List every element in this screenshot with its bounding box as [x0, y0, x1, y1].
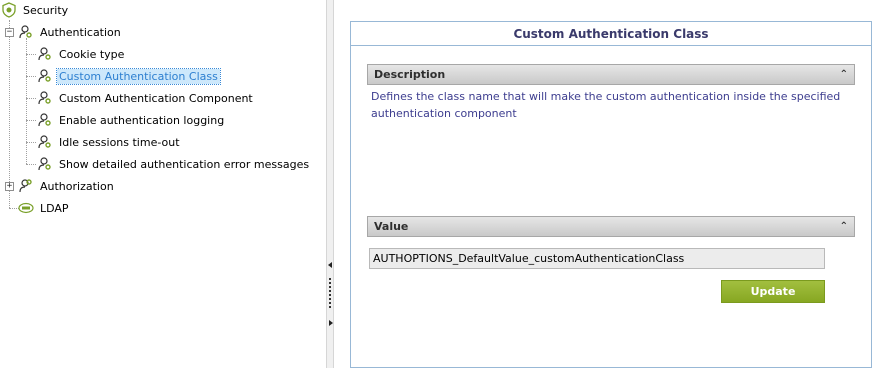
navigation-tree: Security − Authentication Cookie type Cu… [0, 0, 326, 368]
tree-node-label: Enable authentication logging [59, 113, 225, 127]
tree-node-idle-sessions-timeout[interactable]: Idle sessions time-out [37, 132, 182, 152]
collapse-chevron-icon[interactable]: ⌃ [840, 65, 848, 84]
property-panel: Custom Authentication Class Description … [350, 21, 872, 368]
collapse-toggle[interactable]: − [5, 28, 14, 37]
value-section-header[interactable]: Value ⌃ [367, 216, 855, 237]
tree-node-label: Show detailed authentication error messa… [59, 157, 310, 171]
user-key-icon [18, 24, 34, 40]
section-title: Value [374, 220, 409, 233]
tree-connector [26, 142, 36, 143]
section-title: Description [374, 68, 446, 81]
user-key-icon [37, 90, 53, 106]
tree-connector [9, 20, 10, 186]
user-key-icon [37, 156, 53, 172]
tree-node-authentication[interactable]: Authentication [18, 22, 123, 42]
tree-node-show-detailed-errors[interactable]: Show detailed authentication error messa… [37, 154, 311, 174]
user-key-icon [37, 68, 53, 84]
value-input[interactable] [369, 248, 825, 269]
tree-node-authorization[interactable]: Authorization [18, 176, 116, 196]
tree-node-label: Idle sessions time-out [59, 135, 180, 149]
panel-title: Custom Authentication Class [351, 22, 871, 46]
tree-connector [26, 98, 36, 99]
tree-node-cookie-type[interactable]: Cookie type [37, 44, 126, 64]
tree-node-label: Custom Authentication Class [56, 67, 221, 85]
user-key-icon [37, 134, 53, 150]
tree-connector [26, 54, 36, 55]
splitter-grip-icon [329, 278, 331, 308]
tree-node-enable-authentication-logging[interactable]: Enable authentication logging [37, 110, 226, 130]
ldap-icon [18, 200, 34, 216]
user-key-icon [37, 46, 53, 62]
collapse-right-icon[interactable] [329, 320, 333, 326]
collapse-chevron-icon[interactable]: ⌃ [840, 217, 848, 236]
description-text: Defines the class name that will make th… [371, 90, 841, 120]
tree-node-custom-authentication-class[interactable]: Custom Authentication Class [37, 66, 221, 86]
expand-toggle[interactable]: + [5, 182, 14, 191]
tree-connector [26, 164, 36, 165]
tree-node-ldap[interactable]: LDAP [18, 198, 71, 218]
user-key-icon [37, 112, 53, 128]
tree-node-label: Custom Authentication Component [59, 91, 253, 105]
shield-icon [1, 2, 17, 18]
description-section-header[interactable]: Description ⌃ [367, 64, 855, 85]
tree-node-label: Authentication [40, 25, 121, 39]
tree-connector [26, 38, 27, 164]
tree-connector [9, 190, 10, 208]
tree-node-label: LDAP [40, 201, 69, 215]
tree-connector [26, 76, 36, 77]
tree-node-label: Authorization [40, 179, 114, 193]
pane-splitter[interactable] [326, 0, 334, 368]
tree-node-label: Cookie type [59, 47, 125, 61]
tree-connector [26, 120, 36, 121]
update-button[interactable]: Update [721, 280, 825, 303]
tree-node-security[interactable]: Security [1, 0, 70, 20]
tree-node-label: Security [23, 3, 69, 17]
collapse-left-icon[interactable] [328, 262, 332, 268]
user-key-icon [18, 178, 34, 194]
tree-node-custom-authentication-component[interactable]: Custom Authentication Component [37, 88, 255, 108]
